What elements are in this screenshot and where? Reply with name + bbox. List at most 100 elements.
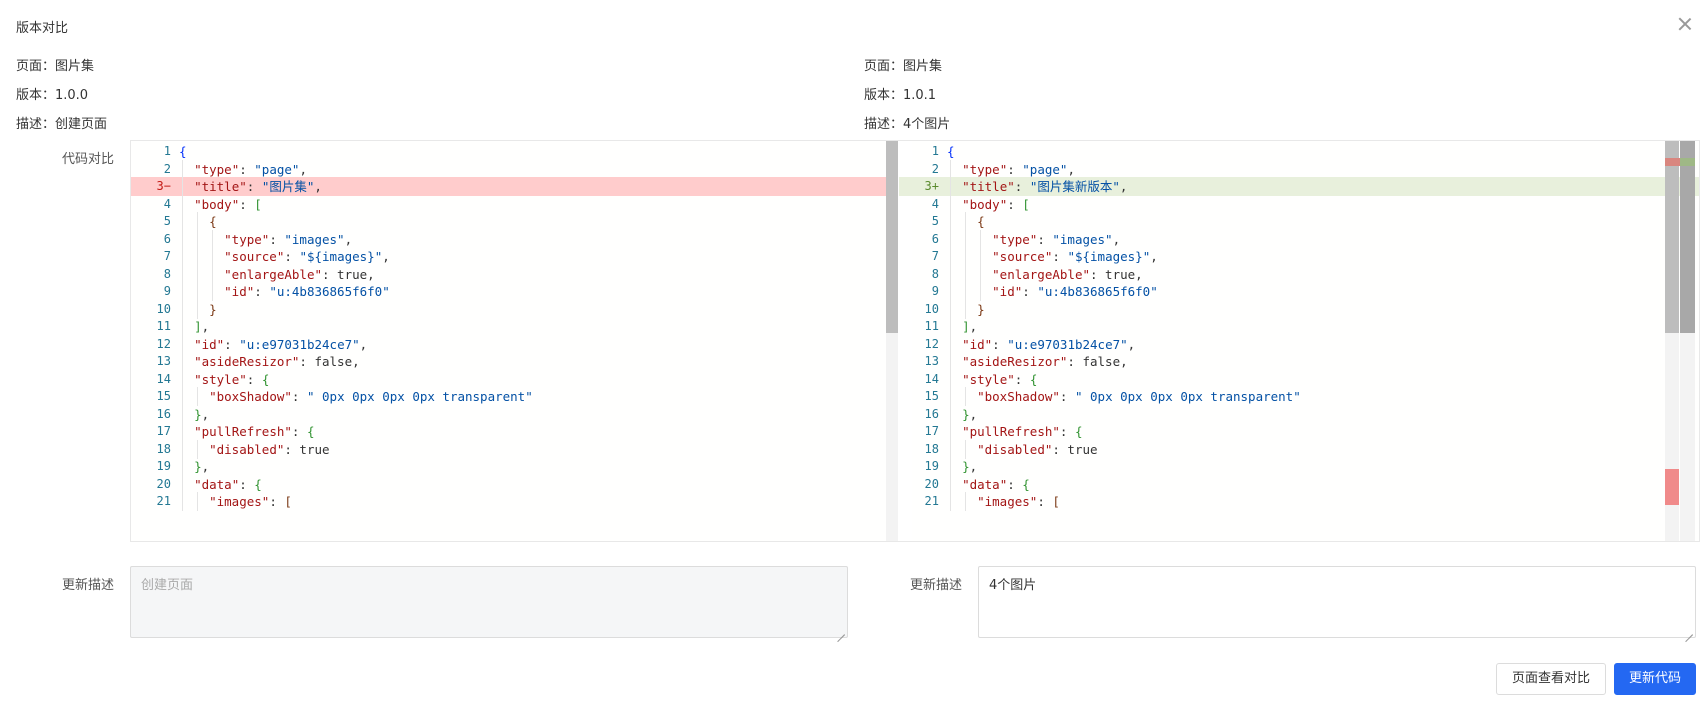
code-line: "id": "u:4b836865f6f0" [177, 282, 902, 301]
line-number: 16 [156, 406, 171, 421]
update-desc-textarea-original: 创建页面 [130, 566, 848, 638]
code-line: } [945, 299, 1699, 319]
code-line: "pullRefresh": { [177, 422, 902, 441]
left-description: 描述：创建页面 [16, 117, 108, 132]
update-desc-label-left: 更新描述 [61, 578, 114, 593]
right-description: 描述：4个图片 [864, 117, 951, 132]
line-number: 15 [156, 389, 171, 403]
line-number: 21 [156, 494, 171, 508]
update-desc-label-right: 更新描述 [909, 578, 962, 593]
textarea-value: 4个图片 [989, 578, 1037, 593]
code-line: "body": [ [177, 194, 902, 214]
line-number: 5 [163, 214, 171, 228]
code-line: "enlargeAble": true, [177, 264, 902, 284]
code-line: { [177, 212, 902, 231]
right-version: 版本：1.0.1 [864, 88, 937, 103]
line-number: 17 [924, 424, 939, 438]
line-number: 11 [924, 319, 939, 333]
line-number: 20 [156, 476, 171, 491]
right-page-name: 页面：图片集 [864, 59, 943, 74]
line-number: 4 [931, 196, 939, 211]
overview-change-marker [1665, 469, 1679, 505]
code-line: }, [945, 404, 1699, 424]
code-line: "data": { [177, 474, 902, 494]
code-line: ], [177, 317, 902, 336]
code-line: "asideResizor": false, [945, 352, 1699, 371]
overview-delete-marker [1665, 158, 1680, 166]
line-number: 16 [924, 406, 939, 421]
code-line: } [177, 299, 902, 319]
code-line: "disabled": true [945, 439, 1699, 459]
line-number: 12 [156, 336, 171, 351]
overview-ruler-thumb[interactable] [1680, 141, 1695, 333]
code-line: { [947, 144, 955, 159]
line-number: 9 [931, 284, 939, 298]
code-line: "disabled": true [177, 439, 902, 459]
line-number: 14 [924, 371, 939, 386]
code-line: "type": "images", [945, 229, 1699, 249]
code-line: "boxShadow": " 0px 0px 0px 0px transpare… [177, 387, 902, 406]
left-page-name: 页面：图片集 [16, 59, 95, 74]
code-line: "source": "${images}", [945, 247, 1699, 266]
code-area-modified[interactable]: { "type": "page", "title": "图片集新版本", "bo… [945, 141, 1699, 541]
line-number: 19 [156, 459, 171, 473]
line-number: 8 [163, 266, 171, 281]
resize-grip-icon[interactable] [1685, 627, 1693, 635]
code-line: }, [177, 404, 902, 424]
line-number: 3+ [899, 177, 945, 196]
code-line: "images": [ [177, 492, 902, 511]
line-number: 1 [931, 144, 939, 158]
line-number: 17 [156, 424, 171, 438]
scrollbar-original[interactable] [886, 141, 898, 541]
code-line: "type": "page", [945, 159, 1699, 179]
update-desc-textarea-modified[interactable]: 4个图片 [978, 566, 1696, 638]
resize-grip-icon[interactable] [837, 627, 845, 635]
diff-editor[interactable]: 1 2 3− 4 5 6 7 8 9 10 11 12 13 14 15 16 17 18 19 20 21 { "ty… [130, 140, 1700, 542]
line-number: 3− [131, 177, 177, 196]
dialog-title: 版本对比 [16, 21, 69, 36]
code-line: "images": [ [945, 492, 1699, 511]
line-number: 19 [924, 459, 939, 473]
close-icon[interactable] [1675, 14, 1695, 34]
scrollbar-thumb[interactable] [886, 141, 898, 333]
code-compare-label: 代码对比 [61, 152, 114, 167]
line-number: 18 [924, 441, 939, 456]
line-number: 4 [163, 196, 171, 211]
added-line: "title": "图片集新版本", [945, 177, 1699, 196]
line-number: 21 [924, 494, 939, 508]
line-number: 6 [931, 231, 939, 246]
line-number: 5 [931, 214, 939, 228]
code-line: "style": { [945, 369, 1699, 389]
diff-pane-modified[interactable]: 1 2 3+ 4 5 6 7 8 9 10 11 12 13 14 15 16 17 18 19 20 21 { "ty… [899, 141, 1699, 541]
line-number-gutter: 1 2 3+ 4 5 6 7 8 9 10 11 12 13 14 15 16 17 18 19 20 21 [899, 141, 945, 541]
line-number: 20 [924, 476, 939, 491]
line-number: 2 [931, 161, 939, 176]
line-number: 11 [156, 319, 171, 333]
diff-pane-original[interactable]: 1 2 3− 4 5 6 7 8 9 10 11 12 13 14 15 16 17 18 19 20 21 { "ty… [131, 141, 902, 541]
code-line: "boxShadow": " 0px 0px 0px 0px transpare… [945, 387, 1699, 406]
line-number: 2 [163, 161, 171, 176]
update-code-button[interactable]: 更新代码 [1614, 663, 1696, 695]
code-area-original[interactable]: { "type": "page", "title": "图片集", "body"… [177, 141, 902, 541]
overview-ruler[interactable] [1680, 141, 1695, 541]
code-line: "pullRefresh": { [945, 422, 1699, 441]
scrollbar-thumb[interactable] [1665, 141, 1679, 333]
line-number: 8 [931, 266, 939, 281]
line-number: 6 [163, 231, 171, 246]
code-line: "source": "${images}", [177, 247, 902, 266]
code-line: "id": "u:4b836865f6f0" [945, 282, 1699, 301]
code-line: "id": "u:e97031b24ce7", [945, 334, 1699, 354]
line-number: 13 [156, 354, 171, 368]
view-compare-button[interactable]: 页面查看对比 [1496, 663, 1606, 695]
code-line: }, [177, 457, 902, 476]
code-line: }, [945, 457, 1699, 476]
code-line: ], [945, 317, 1699, 336]
code-line: "type": "page", [177, 159, 902, 179]
code-line: "data": { [945, 474, 1699, 494]
overview-add-marker [1680, 158, 1695, 166]
code-line: "body": [ [945, 194, 1699, 214]
deleted-line: "title": "图片集", [177, 177, 902, 196]
line-number-gutter: 1 2 3− 4 5 6 7 8 9 10 11 12 13 14 15 16 17 18 19 20 21 [131, 141, 177, 541]
line-number: 12 [924, 336, 939, 351]
textarea-value: 创建页面 [141, 578, 194, 593]
